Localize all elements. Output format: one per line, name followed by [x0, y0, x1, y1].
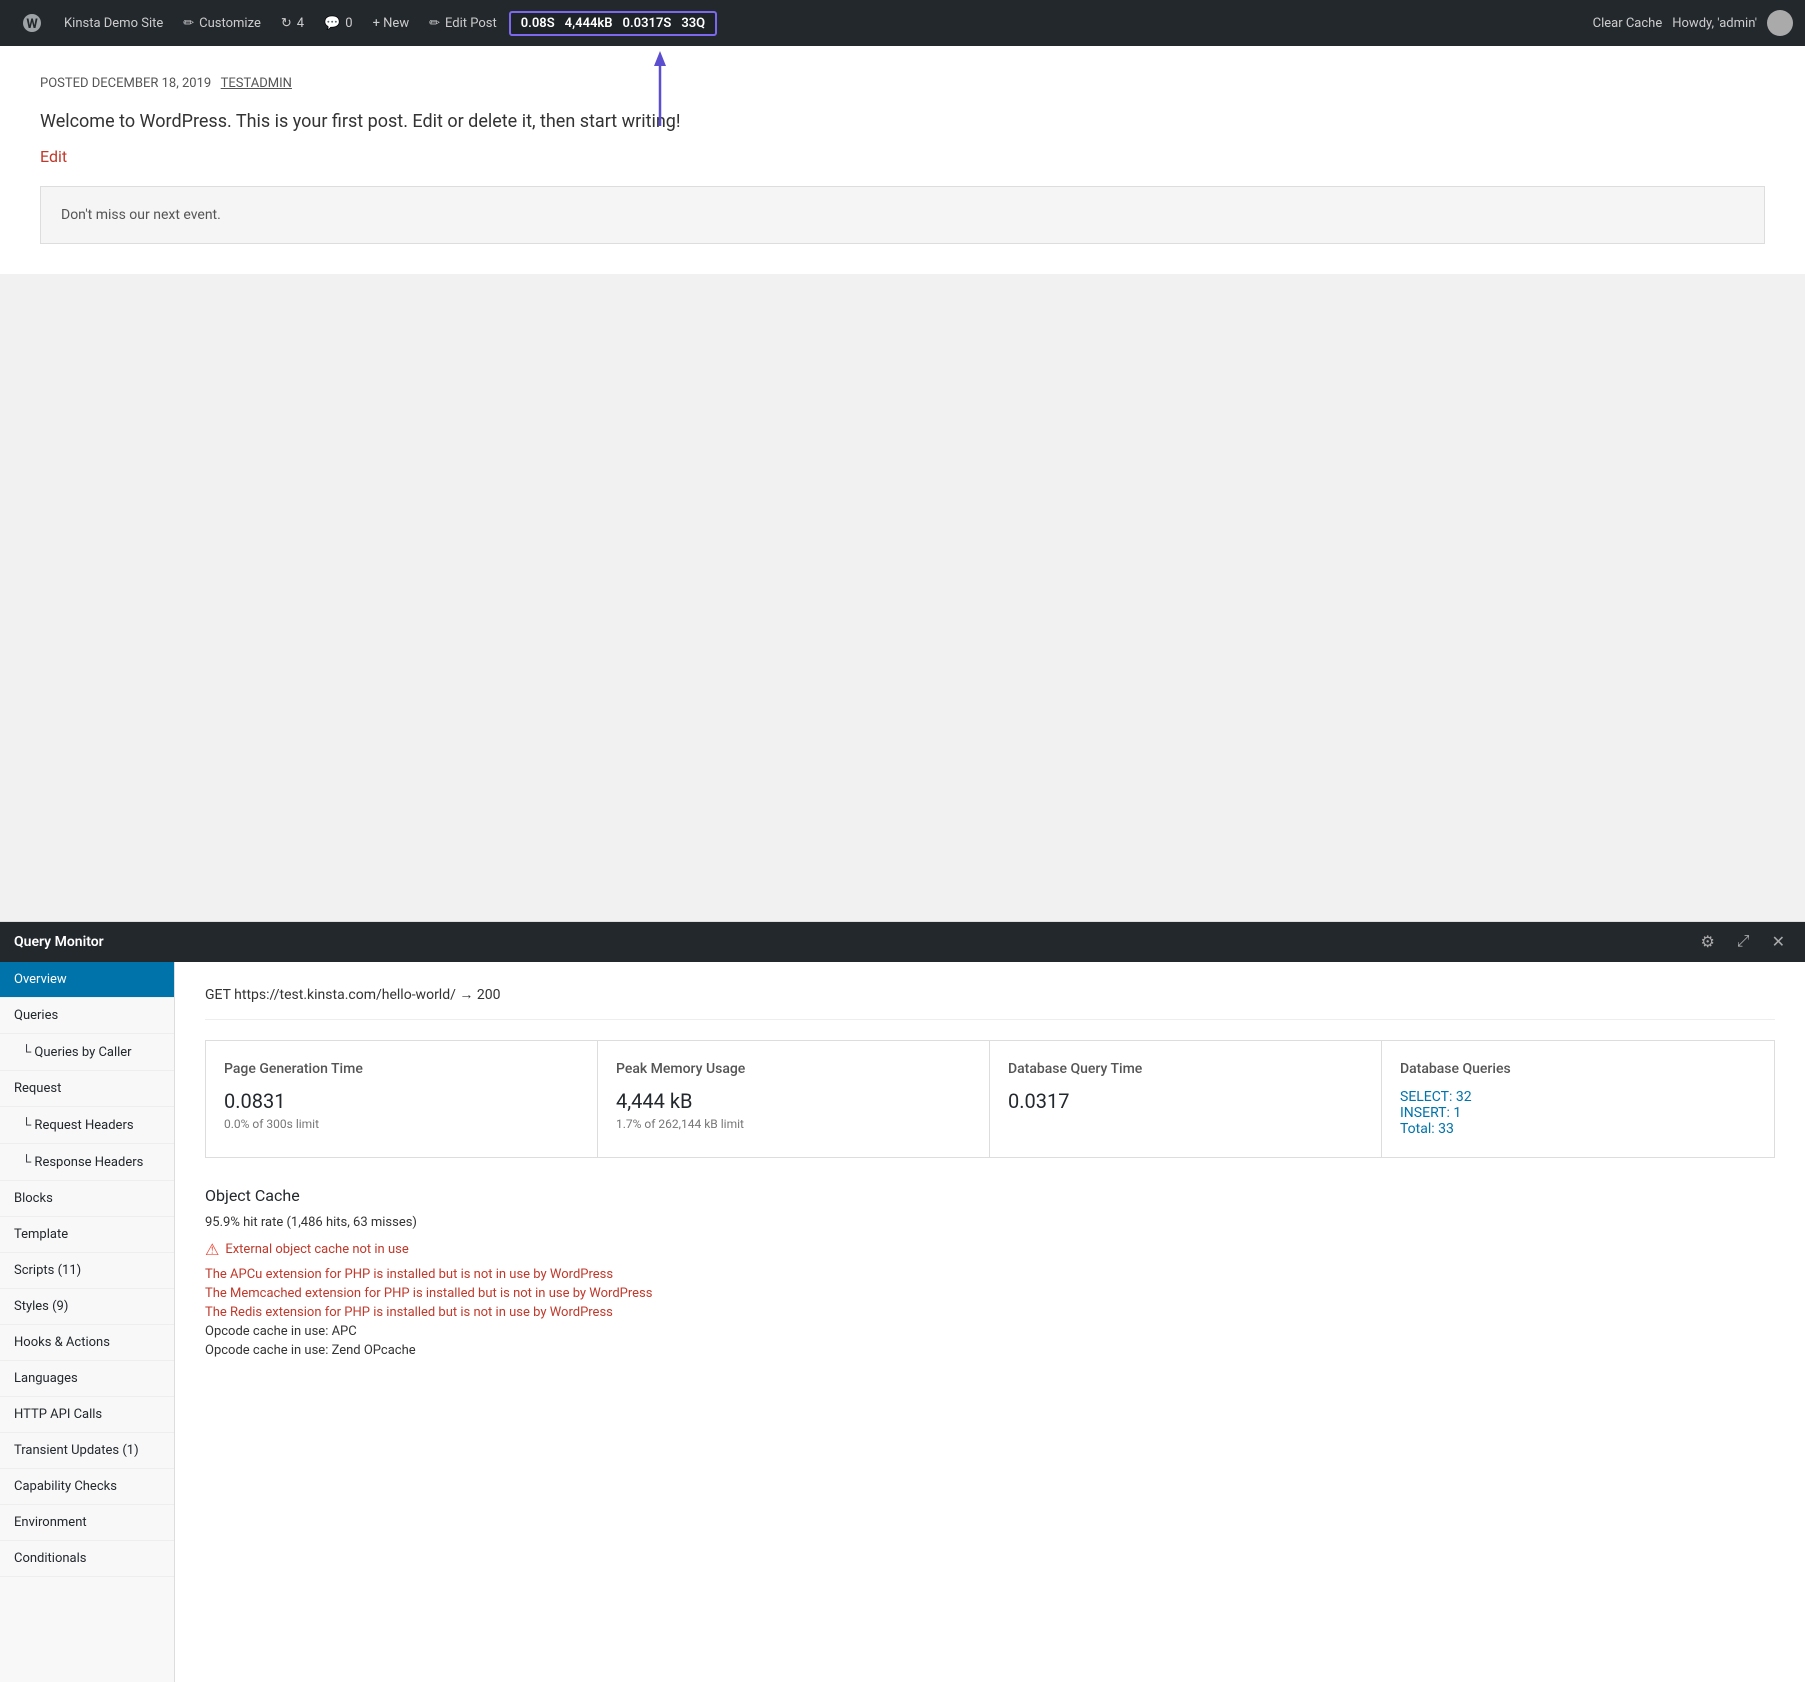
cache-error-line: The APCu extension for PHP is installed …: [205, 1267, 1775, 1282]
stat-value-peak-memory: 4,444 kB: [616, 1089, 971, 1113]
cache-normal-lines: Opcode cache in use: APC Opcode cache in …: [205, 1324, 1775, 1358]
sidebar-item-transient-updates[interactable]: Transient Updates (1): [0, 1433, 174, 1469]
stat-sub-page-gen: 0.0% of 300s limit: [224, 1117, 579, 1131]
cache-error-line: The Redis extension for PHP is installed…: [205, 1305, 1775, 1320]
sidebar-item-styles[interactable]: Styles (9): [0, 1289, 174, 1325]
stat-cell-peak-memory: Peak Memory Usage 4,444 kB 1.7% of 262,144…: [598, 1041, 990, 1157]
cache-error-line: The Memcached extension for PHP is insta…: [205, 1286, 1775, 1301]
perf-query-time: 0.0317S: [623, 16, 672, 31]
qm-settings-button[interactable]: ⚙: [1694, 930, 1720, 954]
perf-time: 0.08S: [521, 16, 555, 31]
new-link[interactable]: + New: [365, 0, 418, 46]
author-link[interactable]: TESTADMIN: [221, 76, 292, 91]
cache-normal-line: Opcode cache in use: APC: [205, 1324, 1775, 1339]
stat-sub-peak-memory: 1.7% of 262,144 kB limit: [616, 1117, 971, 1131]
sidebar-item-blocks[interactable]: Blocks: [0, 1181, 174, 1217]
perf-memory: 4,444kB: [565, 16, 613, 31]
stat-label-db-queries: Database Queries: [1400, 1061, 1756, 1077]
qm-body: OverviewQueries└ Queries by CallerReques…: [0, 962, 1805, 1682]
sidebar-item-queries-by-caller[interactable]: └ Queries by Caller: [0, 1034, 174, 1071]
sidebar-item-overview[interactable]: Overview: [0, 962, 174, 998]
sidebar-item-queries[interactable]: Queries: [0, 998, 174, 1034]
stat-link-insert--1[interactable]: INSERT: 1: [1400, 1105, 1461, 1121]
qm-title: Query Monitor: [14, 934, 1694, 950]
warning-icon: ⚠: [205, 1240, 219, 1259]
sidebar-item-http-api-calls[interactable]: HTTP API Calls: [0, 1397, 174, 1433]
performance-badge[interactable]: 0.08S 4,444kB 0.0317S 33Q: [509, 11, 717, 36]
object-cache-section: Object Cache 95.9% hit rate (1,486 hits,…: [205, 1186, 1775, 1358]
qm-header-actions: ⚙ ⤢ ✕: [1694, 930, 1791, 954]
post-meta: POSTED DECEMBER 18, 2019 TESTADMIN: [40, 76, 1765, 91]
howdy-text: Howdy, 'admin': [1672, 16, 1757, 31]
avatar: [1767, 10, 1793, 36]
sidebar-item-request[interactable]: Request: [0, 1071, 174, 1107]
customize-link[interactable]: ✏ Customize: [175, 0, 269, 46]
qm-header: Query Monitor ⚙ ⤢ ✕: [0, 922, 1805, 962]
sidebar-item-response-headers[interactable]: └ Response Headers: [0, 1144, 174, 1181]
revisions-link[interactable]: ↻ 4: [273, 0, 312, 46]
edit-post-link[interactable]: ✏ Edit Post: [421, 0, 505, 46]
sidebar-item-hooks-actions[interactable]: Hooks & Actions: [0, 1325, 174, 1361]
sidebar-item-languages[interactable]: Languages: [0, 1361, 174, 1397]
perf-queries: 33Q: [681, 16, 705, 31]
widget-area: Don't miss our next event.: [40, 186, 1765, 244]
stat-link-select--32[interactable]: SELECT: 32: [1400, 1089, 1472, 1105]
stat-cell-db-queries: Database Queries SELECT: 32INSERT: 1Total…: [1382, 1041, 1774, 1157]
sidebar-item-conditionals[interactable]: Conditionals: [0, 1541, 174, 1577]
cache-hit-rate: 95.9% hit rate (1,486 hits, 63 misses): [205, 1215, 1775, 1230]
post-body-text: Welcome to WordPress. This is your first…: [40, 111, 1765, 132]
svg-text:W: W: [26, 17, 38, 32]
stat-label-peak-memory: Peak Memory Usage: [616, 1061, 971, 1077]
page-content: POSTED DECEMBER 18, 2019 TESTADMIN Welco…: [0, 46, 1805, 274]
comments-link[interactable]: 💬 0: [316, 0, 361, 46]
sidebar-item-request-headers[interactable]: └ Request Headers: [0, 1107, 174, 1144]
edit-link[interactable]: Edit: [40, 147, 1765, 166]
sidebar-item-scripts[interactable]: Scripts (11): [0, 1253, 174, 1289]
stat-label-db-query-time: Database Query Time: [1008, 1061, 1363, 1077]
query-monitor-panel: Query Monitor ⚙ ⤢ ✕ OverviewQueries└ Que…: [0, 921, 1805, 1682]
qm-url-line: GET https://test.kinsta.com/hello-world/…: [205, 986, 1775, 1020]
cache-errors: The APCu extension for PHP is installed …: [205, 1267, 1775, 1320]
sidebar-item-environment[interactable]: Environment: [0, 1505, 174, 1541]
stat-link-total--33[interactable]: Total: 33: [1400, 1121, 1454, 1137]
admin-bar: W Kinsta Demo Site ✏ Customize ↻ 4 💬 0 +…: [0, 0, 1805, 46]
wp-logo[interactable]: W: [12, 0, 52, 46]
qm-main: GET https://test.kinsta.com/hello-world/…: [175, 962, 1805, 1682]
stat-value-db-query-time: 0.0317: [1008, 1089, 1363, 1113]
sidebar-item-capability-checks[interactable]: Capability Checks: [0, 1469, 174, 1505]
cache-normal-line: Opcode cache in use: Zend OPcache: [205, 1343, 1775, 1358]
stats-grid: Page Generation Time 0.0831 0.0% of 300s l…: [205, 1040, 1775, 1158]
admin-bar-right: Clear Cache Howdy, 'admin': [1593, 10, 1793, 36]
clear-cache-link[interactable]: Clear Cache: [1593, 16, 1663, 31]
stat-value-page-gen: 0.0831: [224, 1089, 579, 1113]
stat-cell-db-query-time: Database Query Time 0.0317: [990, 1041, 1382, 1157]
qm-sidebar: OverviewQueries└ Queries by CallerReques…: [0, 962, 175, 1682]
object-cache-title: Object Cache: [205, 1186, 1775, 1205]
stat-cell-page-gen: Page Generation Time 0.0831 0.0% of 300s l…: [206, 1041, 598, 1157]
cache-warning: ⚠ External object cache not in use: [205, 1240, 1775, 1259]
qm-expand-button[interactable]: ⤢: [1731, 930, 1756, 954]
sidebar-item-template[interactable]: Template: [0, 1217, 174, 1253]
site-name[interactable]: Kinsta Demo Site: [56, 0, 171, 46]
qm-close-button[interactable]: ✕: [1766, 930, 1791, 954]
stat-label-page-gen: Page Generation Time: [224, 1061, 579, 1077]
